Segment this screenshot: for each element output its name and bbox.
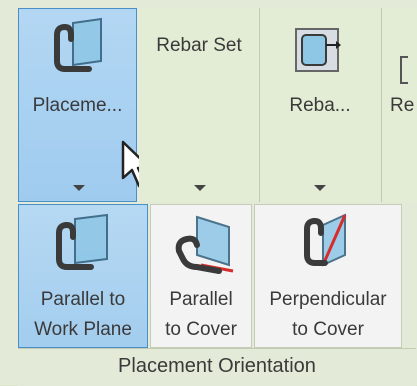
divider — [381, 8, 382, 202]
rebar-button[interactable]: Reba... — [261, 8, 379, 202]
parallel-to-work-plane-line1: Parallel to — [40, 289, 126, 310]
panel-title: Placement Orientation — [118, 355, 316, 377]
parallel-to-cover-button[interactable]: Parallel to Cover — [150, 204, 252, 348]
placement-button-label: Placeme... — [32, 95, 123, 116]
parallel-to-work-plane-button[interactable]: Parallel to Work Plane — [18, 204, 148, 348]
ribbon-panel: Placeme... Rebar Set Reba... Re Parallel… — [0, 0, 417, 386]
parallel-to-cover-line1: Parallel — [169, 289, 233, 310]
rebar-layout-icon — [295, 28, 341, 72]
parallel-to-work-plane-line2: Work Plane — [34, 319, 132, 340]
parallel-to-cover-line2: to Cover — [165, 319, 237, 340]
panel-title-bar: Placement Orientation — [18, 348, 416, 386]
chevron-down-icon — [314, 185, 326, 191]
perpendicular-to-cover-line2: to Cover — [292, 319, 364, 340]
rebar-set-label: Rebar Set — [156, 35, 242, 56]
parallel-to-cover-icon — [175, 215, 234, 274]
rebar-set-button[interactable]: Rebar Set — [139, 8, 259, 202]
rebar-more-icon — [400, 56, 408, 84]
parallel-to-work-plane-icon — [56, 213, 108, 270]
chevron-down-icon — [73, 185, 85, 191]
perpendicular-to-cover-icon — [304, 213, 347, 267]
rebar-more-button[interactable]: Re — [383, 8, 417, 202]
rebar-more-label: Re — [390, 95, 415, 116]
divider — [259, 8, 260, 202]
chevron-down-icon — [194, 185, 206, 191]
placement-icon — [54, 17, 102, 72]
perpendicular-to-cover-button[interactable]: Perpendicular to Cover — [254, 204, 402, 348]
perpendicular-to-cover-line1: Perpendicular — [269, 289, 387, 310]
rebar-button-label: Reba... — [289, 95, 351, 116]
